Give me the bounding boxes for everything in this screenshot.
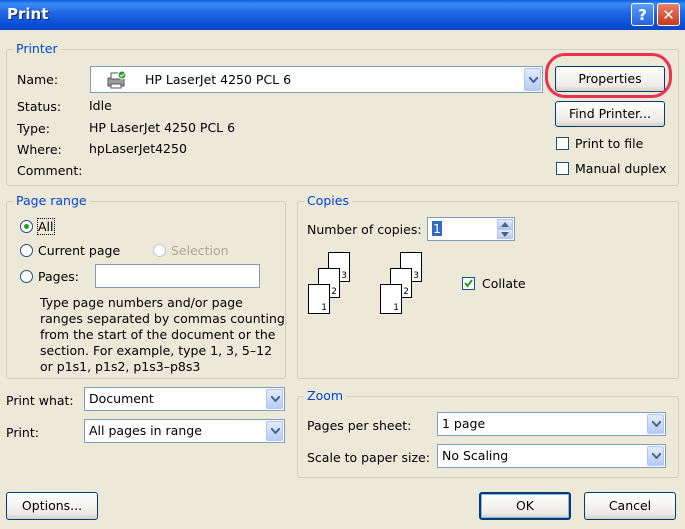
page-number: 3 [413, 271, 419, 281]
current-page-label[interactable]: Current page [38, 243, 120, 258]
print-to-file-label[interactable]: Print to file [575, 136, 643, 151]
print-what-select[interactable]: Document [84, 387, 285, 411]
pages-label[interactable]: Pages: [38, 269, 79, 284]
print-label: Print: [6, 425, 39, 440]
properties-highlight-annotation [545, 53, 672, 98]
find-printer-button[interactable]: Find Printer... [555, 101, 665, 127]
pages-per-sheet-label: Pages per sheet: [307, 418, 412, 433]
number-of-copies-label: Number of copies: [307, 222, 422, 237]
options-button[interactable]: Options... [6, 492, 98, 520]
page-range-group-label: Page range [13, 193, 90, 208]
scale-to-paper-value: No Scaling [442, 448, 509, 463]
pages-per-sheet-dropdown-button[interactable] [647, 414, 664, 434]
print-what-dropdown-button[interactable] [266, 389, 283, 409]
print-dropdown-button[interactable] [266, 421, 283, 441]
number-of-copies-spinner[interactable]: 1 [427, 217, 515, 241]
chevron-down-icon [271, 396, 280, 402]
help-button[interactable]: ? [631, 3, 654, 26]
current-page-radio[interactable] [20, 244, 33, 257]
page-range-help-text: Type page numbers and/or page ranges sep… [40, 295, 285, 374]
copies-group-label: Copies [304, 193, 352, 208]
pages-per-sheet-select[interactable]: 1 page [437, 412, 666, 436]
chevron-down-icon [652, 421, 661, 427]
pages-radio[interactable] [20, 270, 33, 283]
page-number: 2 [331, 287, 337, 297]
chevron-down-icon [271, 428, 280, 434]
status-label: Status: [17, 99, 62, 114]
cancel-button-label: Cancel [608, 498, 652, 513]
scale-to-paper-select[interactable]: No Scaling [437, 444, 666, 468]
window-title: Print [7, 5, 49, 23]
where-value: hpLaserJet4250 [89, 141, 187, 156]
type-label: Type: [17, 121, 50, 136]
printer-name-select[interactable]: HP LaserJet 4250 PCL 6 [90, 66, 543, 93]
checkmark-icon [464, 279, 473, 288]
print-what-label: Print what: [6, 393, 74, 408]
name-label: Name: [17, 72, 59, 87]
page-number: 2 [403, 287, 409, 297]
print-what-value: Document [89, 391, 154, 406]
print-to-file-checkbox[interactable] [556, 137, 569, 150]
title-bar[interactable]: Print ? ✕ [0, 0, 685, 30]
print-dialog: Print ? ✕ Printer Name: HP LaserJet 4250… [0, 0, 685, 529]
cancel-button[interactable]: Cancel [584, 492, 676, 520]
scale-to-paper-dropdown-button[interactable] [647, 446, 664, 466]
close-button[interactable]: ✕ [657, 3, 680, 26]
print-value: All pages in range [89, 423, 202, 438]
zoom-group-label: Zoom [304, 388, 347, 403]
pages-per-sheet-value: 1 page [442, 416, 486, 431]
printer-dropdown-button[interactable] [524, 68, 541, 91]
chevron-down-icon [652, 453, 661, 459]
page-number: 3 [341, 271, 347, 281]
page-number: 1 [393, 303, 399, 313]
stack1-page1: 1 [308, 284, 330, 314]
manual-duplex-checkbox[interactable] [556, 162, 569, 175]
collate-label[interactable]: Collate [482, 276, 526, 291]
ok-button-label: OK [515, 498, 535, 513]
manual-duplex-label[interactable]: Manual duplex [575, 161, 667, 176]
page-number: 1 [321, 303, 327, 313]
type-value: HP LaserJet 4250 PCL 6 [89, 120, 236, 135]
printer-name-value: HP LaserJet 4250 PCL 6 [145, 72, 292, 87]
status-value: Idle [89, 98, 112, 113]
printer-group-label: Printer [13, 41, 61, 56]
chevron-down-icon [501, 232, 509, 237]
options-button-label: Options... [21, 498, 83, 513]
pages-input[interactable] [95, 264, 260, 288]
selection-radio[interactable] [153, 244, 166, 257]
scale-to-paper-label: Scale to paper size: [307, 450, 430, 465]
collate-checkbox[interactable] [462, 277, 475, 290]
radio-selected-dot [24, 224, 29, 229]
spin-down-button[interactable] [497, 229, 513, 239]
chevron-up-icon [501, 222, 509, 227]
spin-up-button[interactable] [497, 219, 513, 229]
number-of-copies-value: 1 [432, 221, 442, 236]
find-printer-button-label: Find Printer... [569, 106, 651, 121]
chevron-down-icon [529, 76, 538, 83]
selection-label: Selection [171, 243, 229, 258]
printer-icon [105, 70, 127, 98]
stack2-page1: 1 [380, 284, 402, 314]
all-radio[interactable] [20, 220, 33, 233]
where-label: Where: [17, 142, 62, 157]
all-radio-label[interactable]: All [37, 218, 55, 235]
comment-label: Comment: [17, 163, 83, 178]
ok-button[interactable]: OK [479, 492, 571, 520]
print-select[interactable]: All pages in range [84, 419, 285, 443]
